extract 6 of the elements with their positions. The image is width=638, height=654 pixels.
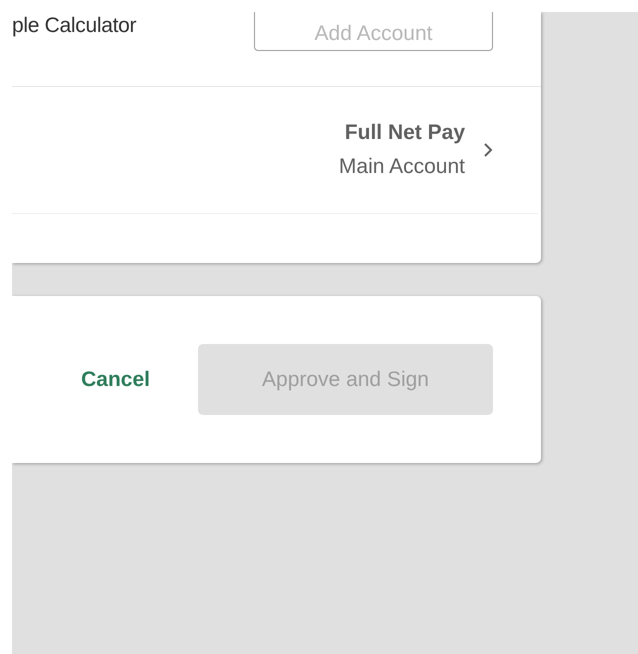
chevron-right-icon[interactable] (483, 142, 493, 158)
calculator-title: ple Calculator (12, 14, 136, 38)
cancel-link[interactable]: Cancel (67, 362, 164, 398)
add-account-button[interactable]: Add Account (254, 12, 493, 51)
amount-label: Full Net Pay (344, 121, 465, 145)
account-label: Main Account (338, 155, 465, 179)
